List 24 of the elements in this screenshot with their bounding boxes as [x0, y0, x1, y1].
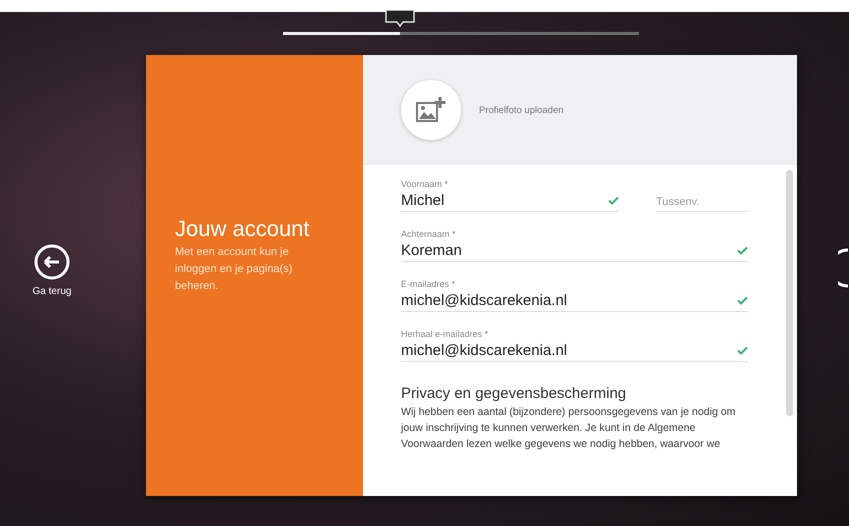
back-button[interactable]: Ga terug [16, 244, 88, 297]
upload-label: Profielfoto uploaden [479, 104, 564, 116]
section-description: Met een account kun je inloggen en je pagina(s) beheren. [175, 245, 294, 294]
privacy-text: Wij hebben een aantal (bijzondere) persoonsgegevens van je nodig om jouw inschrijving te kunnen verwerken. Je kunt in de Algemene Voorwaarden lezen welke gegevens we nodig hebben, waarvoor we [401, 405, 737, 452]
field-label: Herhaal e-mailadres * [401, 329, 490, 339]
text-input[interactable]: michel@kidscarekenia.nl [401, 291, 737, 309]
field-label: E-mailadres * [401, 279, 456, 289]
progress-marker-icon [384, 10, 416, 28]
checkmark-icon [608, 196, 619, 204]
checkmark-icon [737, 346, 748, 354]
text-input[interactable]: Michel [401, 191, 608, 209]
privacy-heading: Privacy en gegevensbescherming [401, 385, 628, 402]
text-input[interactable]: michel@kidscarekenia.nl [401, 341, 737, 359]
checkmark-icon [737, 246, 748, 254]
checkmark-icon [737, 296, 748, 304]
text-input[interactable]: Tussenv. [656, 191, 748, 209]
text-input[interactable]: Koreman [401, 241, 737, 259]
scrollbar[interactable] [786, 170, 793, 416]
field-label: Achternaam * [401, 229, 457, 239]
next-button-icon[interactable] [838, 248, 849, 288]
photo-upload-button[interactable] [401, 80, 461, 140]
field-label: Voornaam * [401, 179, 450, 189]
section-title: Jouw account [175, 216, 311, 242]
add-image-icon [416, 96, 446, 124]
